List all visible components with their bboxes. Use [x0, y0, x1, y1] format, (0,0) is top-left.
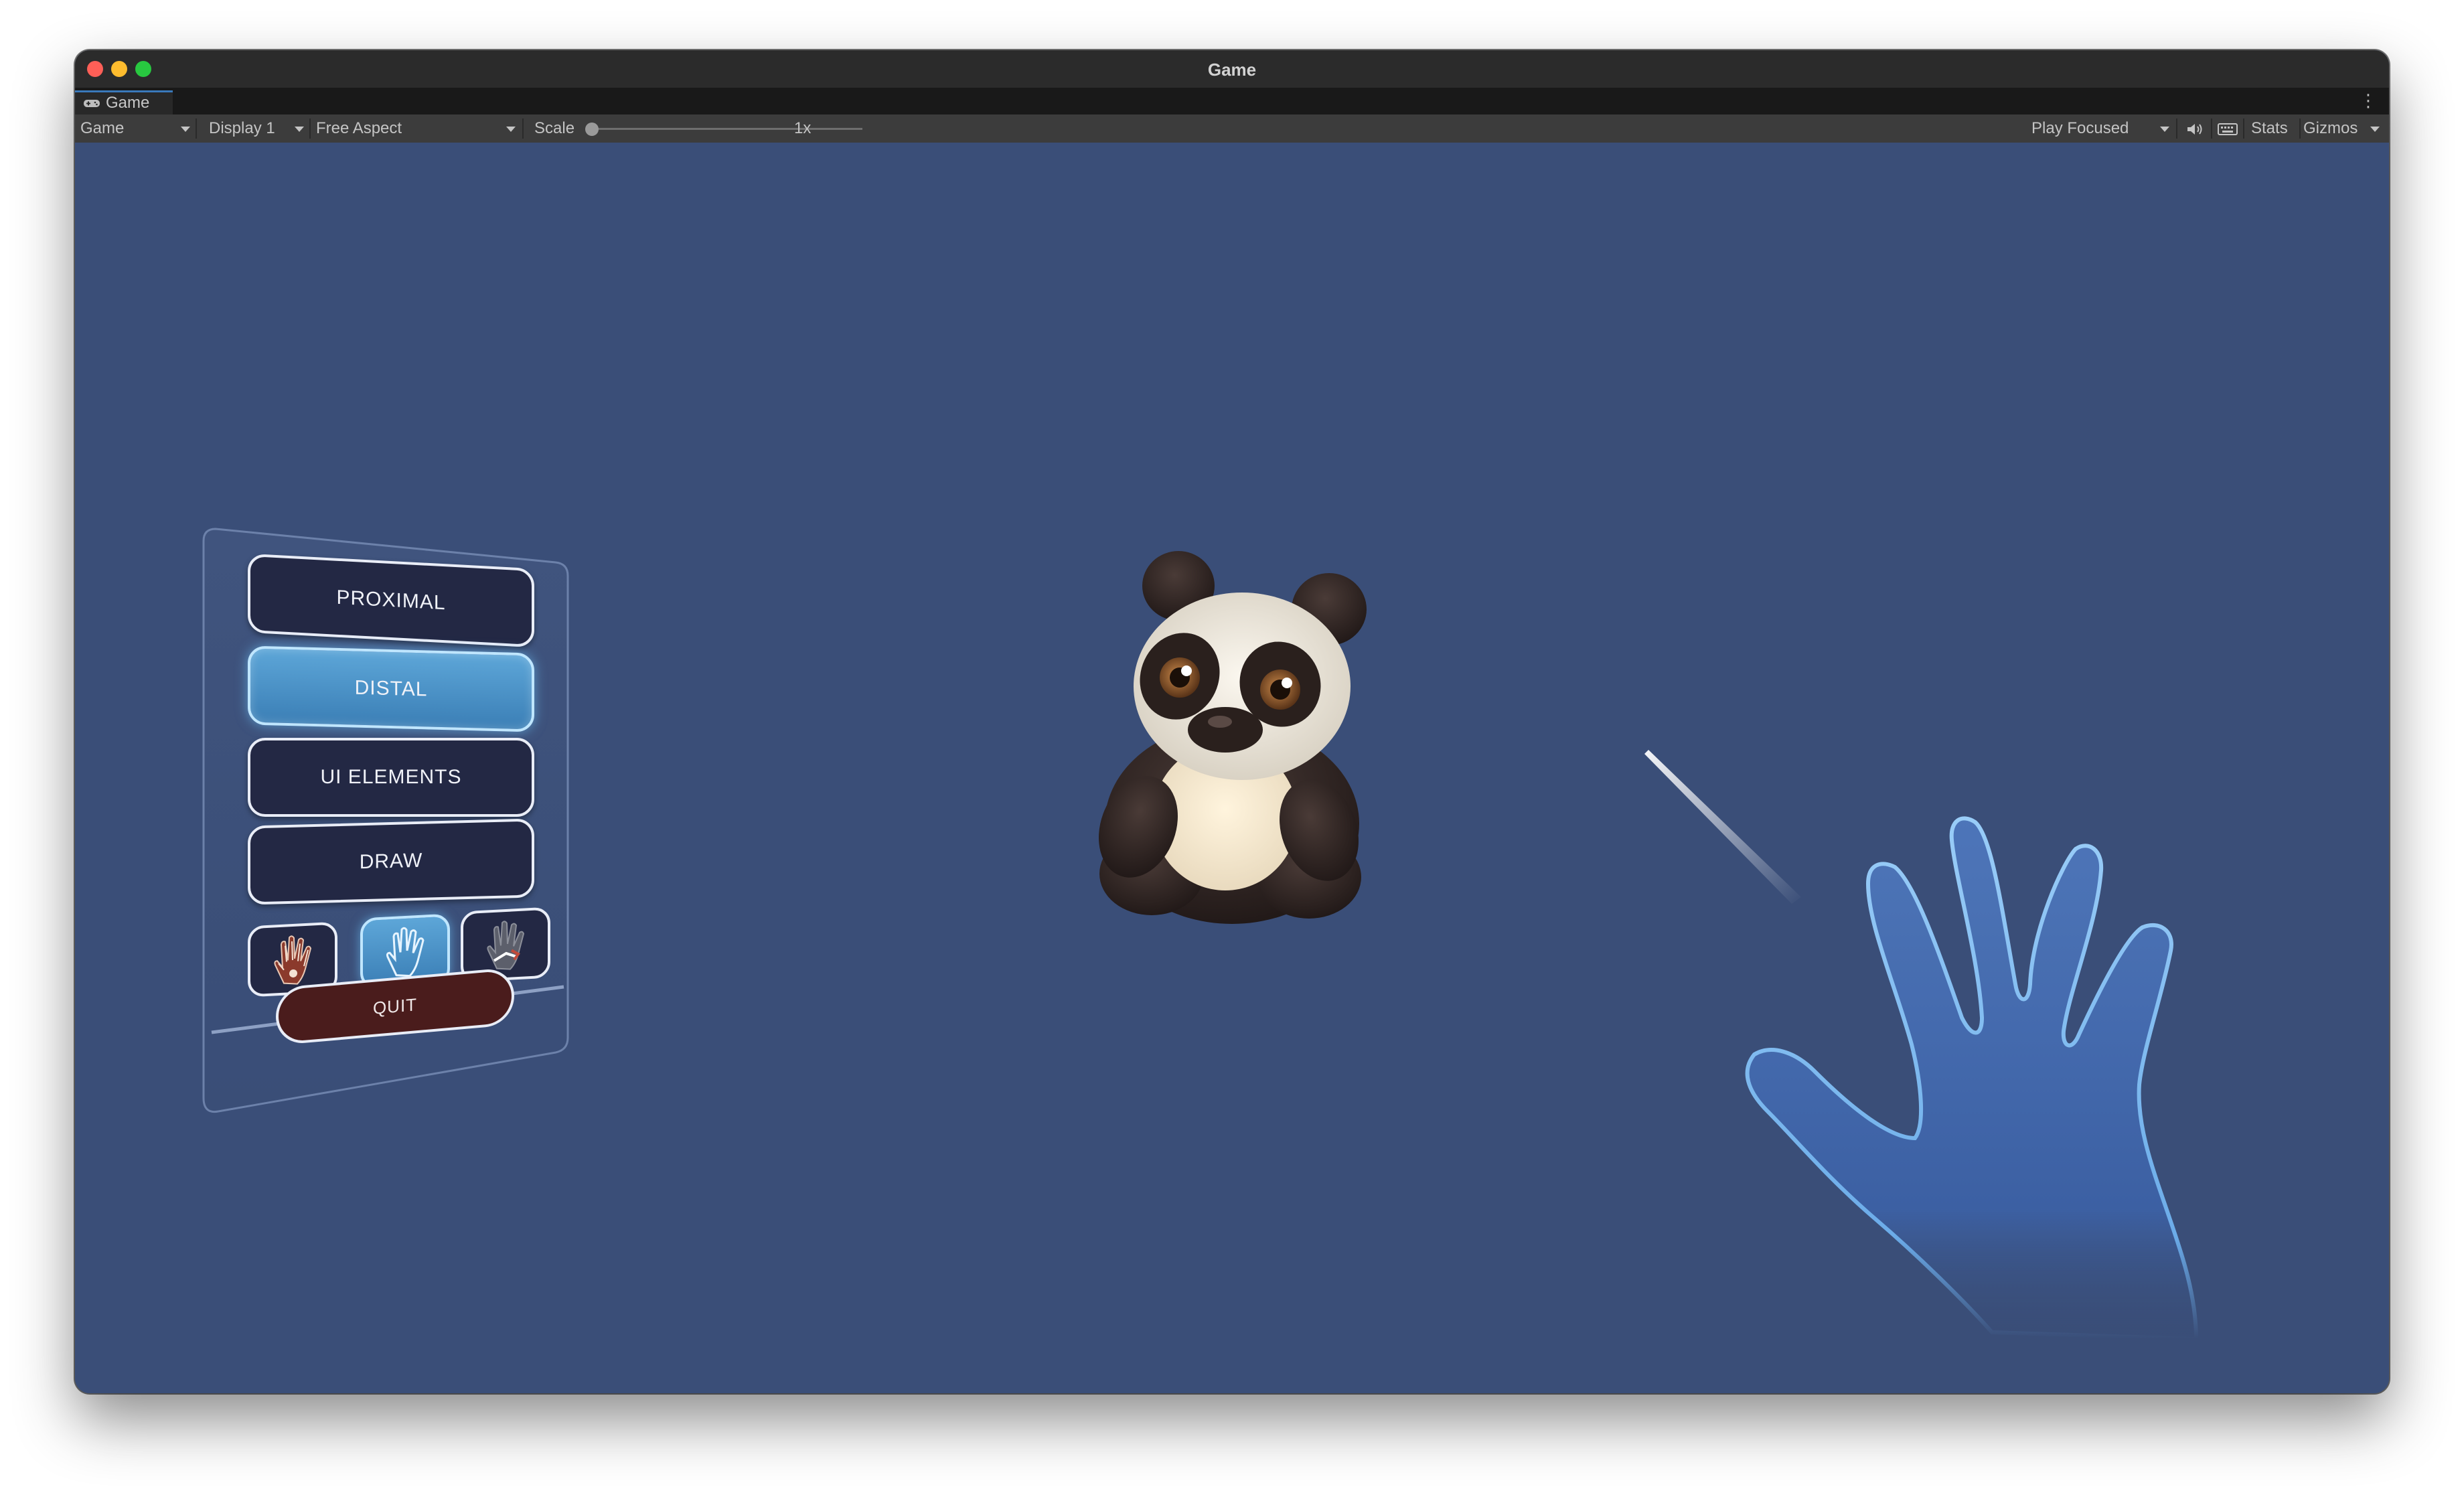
distal-button-label: DISTAL	[354, 676, 428, 701]
ray-pointer	[1644, 750, 1801, 904]
quit-button-label: QUIT	[372, 994, 418, 1018]
ui-elements-button-label: UI ELEMENTS	[320, 766, 462, 788]
skeleton-hand-icon	[274, 935, 312, 985]
proximal-button[interactable]: PROXIMAL	[248, 553, 534, 648]
distal-button[interactable]: DISTAL	[248, 645, 534, 732]
occlusion-hand-icon	[487, 921, 525, 970]
panda-model	[1099, 551, 1367, 924]
virtual-hand	[1745, 816, 2199, 1342]
draw-button[interactable]: DRAW	[248, 818, 534, 905]
ui-elements-button[interactable]: UI ELEMENTS	[248, 738, 534, 817]
proximal-button-label: PROXIMAL	[336, 586, 446, 615]
draw-button-label: DRAW	[359, 849, 423, 874]
ghost-hand-icon	[386, 927, 425, 977]
